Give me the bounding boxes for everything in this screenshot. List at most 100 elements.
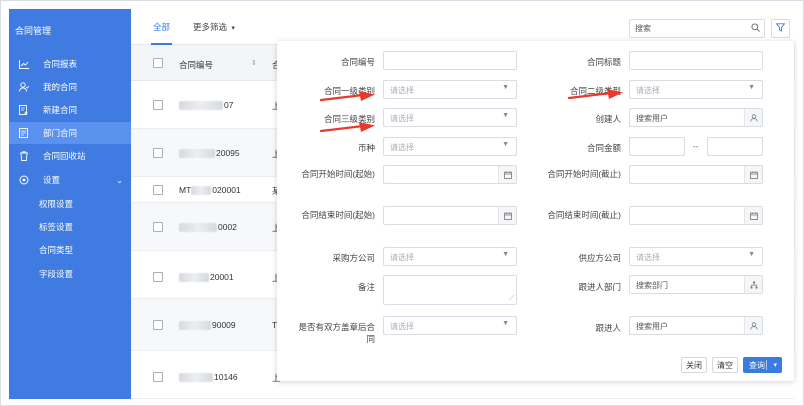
sidebar: 合同管理 合同报表 我的合同 新建合同 部门合同 合同回收站 设置 ⌄ 权限设置… xyxy=(9,9,131,399)
annotation-arrow-icon xyxy=(319,122,375,133)
sidebar-item-label: 我的合同 xyxy=(43,82,78,92)
category-2-select[interactable]: 请选择 ▼ xyxy=(629,80,763,99)
label-contract-title: 合同标题 xyxy=(586,57,621,67)
search-input[interactable] xyxy=(630,20,740,37)
sidebar-item-recycle-bin[interactable]: 合同回收站 xyxy=(9,145,131,167)
filter-button[interactable] xyxy=(771,19,790,38)
sidebar-subitem-permissions[interactable]: 权限设置 xyxy=(9,193,131,215)
category-3-select[interactable]: 请选择 ▼ xyxy=(383,108,517,127)
toolbar: 全部 更多筛选 ▾ xyxy=(131,9,795,45)
caret-down-icon: ▼ xyxy=(502,112,509,119)
column-header-contract-no[interactable]: 合同编号 xyxy=(179,59,213,71)
picker-placeholder: 搜索部门 xyxy=(636,281,668,290)
tab-more-filters[interactable]: 更多筛选 ▾ xyxy=(193,21,235,33)
sidebar-item-settings[interactable]: 设置 ⌄ xyxy=(9,169,131,191)
sidebar-item-label: 部门合同 xyxy=(43,128,78,138)
calendar-icon[interactable] xyxy=(498,166,516,183)
sidebar-item-label: 合同回收站 xyxy=(43,151,86,161)
sidebar-item-label: 设置 xyxy=(43,175,61,185)
org-tree-icon[interactable] xyxy=(744,276,762,293)
supplier-select[interactable]: 请选择 ▼ xyxy=(629,247,763,266)
label-remark: 备注 xyxy=(357,282,375,292)
contract-code: 0002 xyxy=(179,222,237,233)
row-checkbox[interactable] xyxy=(153,222,163,232)
follow-dept-picker[interactable]: 搜索部门 xyxy=(629,275,763,294)
currency-select[interactable]: 请选择 ▼ xyxy=(383,137,517,156)
select-placeholder: 请选择 xyxy=(390,143,414,152)
label-contract-no: 合同编号 xyxy=(340,57,375,67)
sidebar-item-dept-contracts[interactable]: 部门合同 xyxy=(9,122,131,144)
user-icon[interactable] xyxy=(744,109,762,126)
label-start-time-to: 合同开始时间(截止) xyxy=(547,169,621,179)
purchaser-select[interactable]: 请选择 ▼ xyxy=(383,247,517,266)
label-end-time-to: 合同结束时间(截止) xyxy=(547,210,621,220)
tab-more-filters-label: 更多筛选 xyxy=(193,22,228,32)
label-follower: 跟进人 xyxy=(595,323,621,333)
row-checkbox[interactable] xyxy=(153,185,163,195)
select-all-checkbox[interactable] xyxy=(153,58,163,68)
label-creator: 创建人 xyxy=(595,114,621,124)
end-time-to-datepicker[interactable] xyxy=(629,206,763,225)
sidebar-subitem-tags[interactable]: 标签设置 xyxy=(9,216,131,238)
row-checkbox[interactable] xyxy=(153,148,163,158)
resize-grip-icon[interactable]: ⟋ xyxy=(509,295,514,303)
user-icon xyxy=(17,82,31,92)
sidebar-item-contract-report[interactable]: 合同报表 xyxy=(9,53,131,75)
calendar-icon[interactable] xyxy=(744,166,762,183)
row-checkbox[interactable] xyxy=(153,372,163,382)
trash-icon xyxy=(17,151,31,161)
label-currency: 币种 xyxy=(357,143,375,153)
caret-down-icon: ▾ xyxy=(231,25,235,32)
calendar-icon[interactable] xyxy=(744,207,762,224)
contract-title-input[interactable] xyxy=(629,51,763,70)
row-checkbox[interactable] xyxy=(153,100,163,110)
both-stamped-select[interactable]: 请选择 ▼ xyxy=(383,316,517,335)
sort-icon[interactable]: ⇕ xyxy=(251,59,257,67)
clear-button[interactable]: 清空 xyxy=(712,357,738,373)
close-button[interactable]: 关闭 xyxy=(681,357,707,373)
sidebar-title: 合同管理 xyxy=(15,26,52,36)
doc-icon xyxy=(17,128,31,138)
remark-textarea[interactable]: ⟋ xyxy=(383,275,517,305)
end-time-from-datepicker[interactable] xyxy=(383,206,517,225)
label-supplier: 供应方公司 xyxy=(578,253,621,263)
search-icon[interactable] xyxy=(751,23,760,34)
start-time-from-datepicker[interactable] xyxy=(383,165,517,184)
sidebar-item-new-contract[interactable]: 新建合同 xyxy=(9,99,131,121)
chevron-down-icon: ⌄ xyxy=(116,175,123,185)
select-placeholder: 请选择 xyxy=(390,114,414,123)
follower-user-picker[interactable]: 搜索用户 xyxy=(629,316,763,335)
user-icon[interactable] xyxy=(744,317,762,334)
caret-down-icon: ▼ xyxy=(502,141,509,148)
app-window: 合同管理 合同报表 我的合同 新建合同 部门合同 合同回收站 设置 ⌄ 权限设置… xyxy=(0,0,804,406)
label-follow-dept: 跟进人部门 xyxy=(578,282,621,292)
gear-icon xyxy=(17,175,31,185)
label-purchaser: 采购方公司 xyxy=(332,253,375,263)
sidebar-subitem-fields[interactable]: 字段设置 xyxy=(9,263,131,285)
contract-code: 10146 xyxy=(179,372,238,383)
button-divider xyxy=(766,360,767,370)
sidebar-item-label: 合同报表 xyxy=(43,59,78,69)
row-checkbox[interactable] xyxy=(153,272,163,282)
caret-down-icon: ▼ xyxy=(502,251,509,258)
start-time-to-datepicker[interactable] xyxy=(629,165,763,184)
tab-all[interactable]: 全部 xyxy=(150,21,173,45)
caret-down-icon: ▼ xyxy=(502,320,509,327)
row-checkbox[interactable] xyxy=(153,320,163,330)
calendar-icon[interactable] xyxy=(498,207,516,224)
creator-user-picker[interactable]: 搜索用户 xyxy=(629,108,763,127)
contract-no-input[interactable] xyxy=(383,51,517,70)
amount-max-input[interactable] xyxy=(707,137,763,156)
contract-code: 20095 xyxy=(179,148,240,159)
query-button[interactable]: 查询 ▾ xyxy=(743,357,782,373)
caret-down-icon: ▼ xyxy=(502,84,509,91)
select-placeholder: 请选择 xyxy=(390,86,414,95)
sidebar-item-my-contracts[interactable]: 我的合同 xyxy=(9,76,131,98)
amount-min-input[interactable] xyxy=(629,137,685,156)
contract-code: 07 xyxy=(179,100,233,111)
sidebar-subitem-contract-types[interactable]: 合同类型 xyxy=(9,239,131,261)
contract-code: 90009 xyxy=(179,320,236,331)
select-placeholder: 请选择 xyxy=(636,253,660,262)
caret-down-icon[interactable]: ▾ xyxy=(773,361,777,369)
category-1-select[interactable]: 请选择 ▼ xyxy=(383,80,517,99)
